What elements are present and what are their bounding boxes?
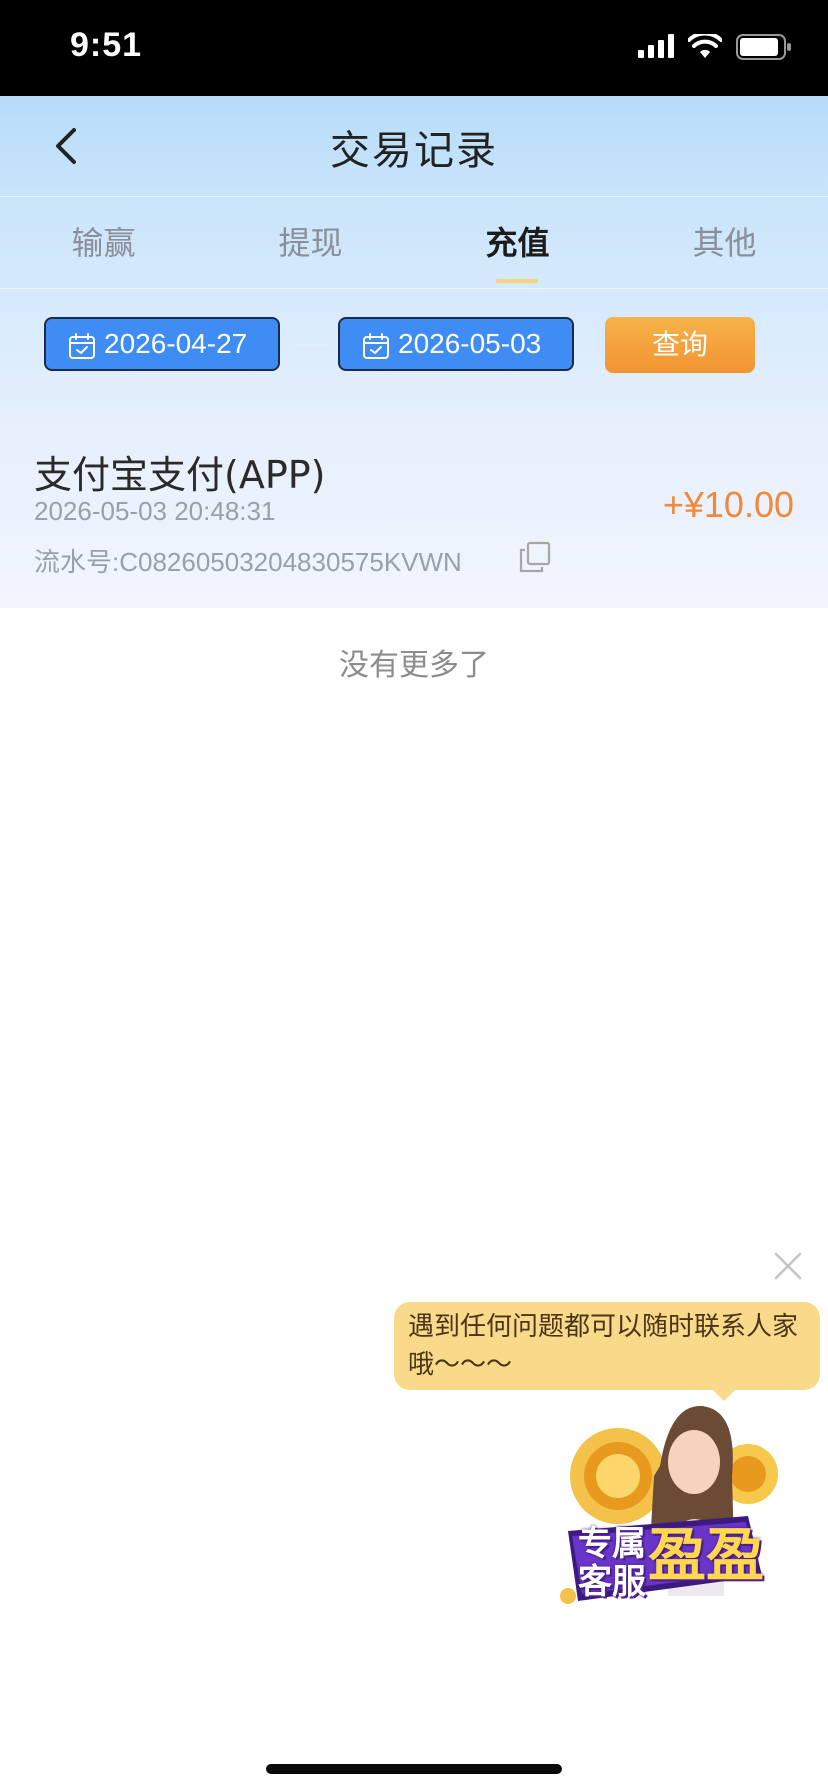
query-button[interactable]: 查询	[605, 317, 755, 373]
tab-bar: 输赢 提现 充值 其他	[0, 196, 828, 289]
tab-other[interactable]: 其他	[621, 197, 828, 289]
badge-name: 盈盈	[648, 1521, 765, 1589]
record-serial-number: 流水号:C08260503204830575KVWN	[34, 547, 462, 577]
date-filter-row: 2026-04-27 2026-05-03 查询	[0, 288, 828, 407]
record-payment-method: 支付宝支付(APP)	[34, 453, 326, 497]
wifi-icon	[688, 34, 722, 58]
status-time: 9:51	[70, 26, 143, 64]
tab-win-loss[interactable]: 输赢	[0, 197, 207, 289]
signal-icon	[638, 34, 674, 58]
close-icon[interactable]	[772, 1250, 804, 1282]
calendar-icon	[69, 333, 95, 359]
calendar-icon	[363, 333, 389, 359]
tab-recharge[interactable]: 充值	[414, 197, 621, 289]
record-amount: +¥10.00	[662, 484, 794, 525]
tab-withdraw[interactable]: 提现	[207, 197, 414, 289]
battery-icon	[736, 34, 791, 60]
service-tip-bubble: 遇到任何问题都可以随时联系人家哦～～～	[394, 1302, 820, 1390]
home-indicator	[266, 1764, 562, 1774]
start-date-text: 2026-04-27	[104, 328, 248, 359]
date-range-separator	[294, 344, 328, 346]
start-date-picker[interactable]: 2026-04-27	[44, 317, 280, 371]
copy-icon[interactable]	[518, 540, 552, 574]
page-title: 交易记录	[330, 128, 498, 174]
app-header: 交易记录 输赢 提现 充值 其他 2026-04-27 2026-05-03 查…	[0, 96, 828, 406]
record-time: 2026-05-03 20:48:31	[34, 496, 276, 526]
list-item[interactable]: 支付宝支付(APP) 2026-05-03 20:48:31 流水号:C0826…	[0, 406, 828, 608]
customer-service-widget[interactable]: 专属 客服 盈盈	[548, 1396, 788, 1616]
badge-line-2: 客服	[578, 1562, 646, 1602]
tab-active-indicator	[496, 279, 538, 283]
nav-bar: 交易记录	[0, 96, 828, 196]
status-bar: 9:51	[0, 0, 828, 96]
list-end-text: 没有更多了	[339, 648, 489, 683]
end-date-picker[interactable]: 2026-05-03	[338, 317, 574, 371]
end-date-text: 2026-05-03	[398, 328, 542, 359]
